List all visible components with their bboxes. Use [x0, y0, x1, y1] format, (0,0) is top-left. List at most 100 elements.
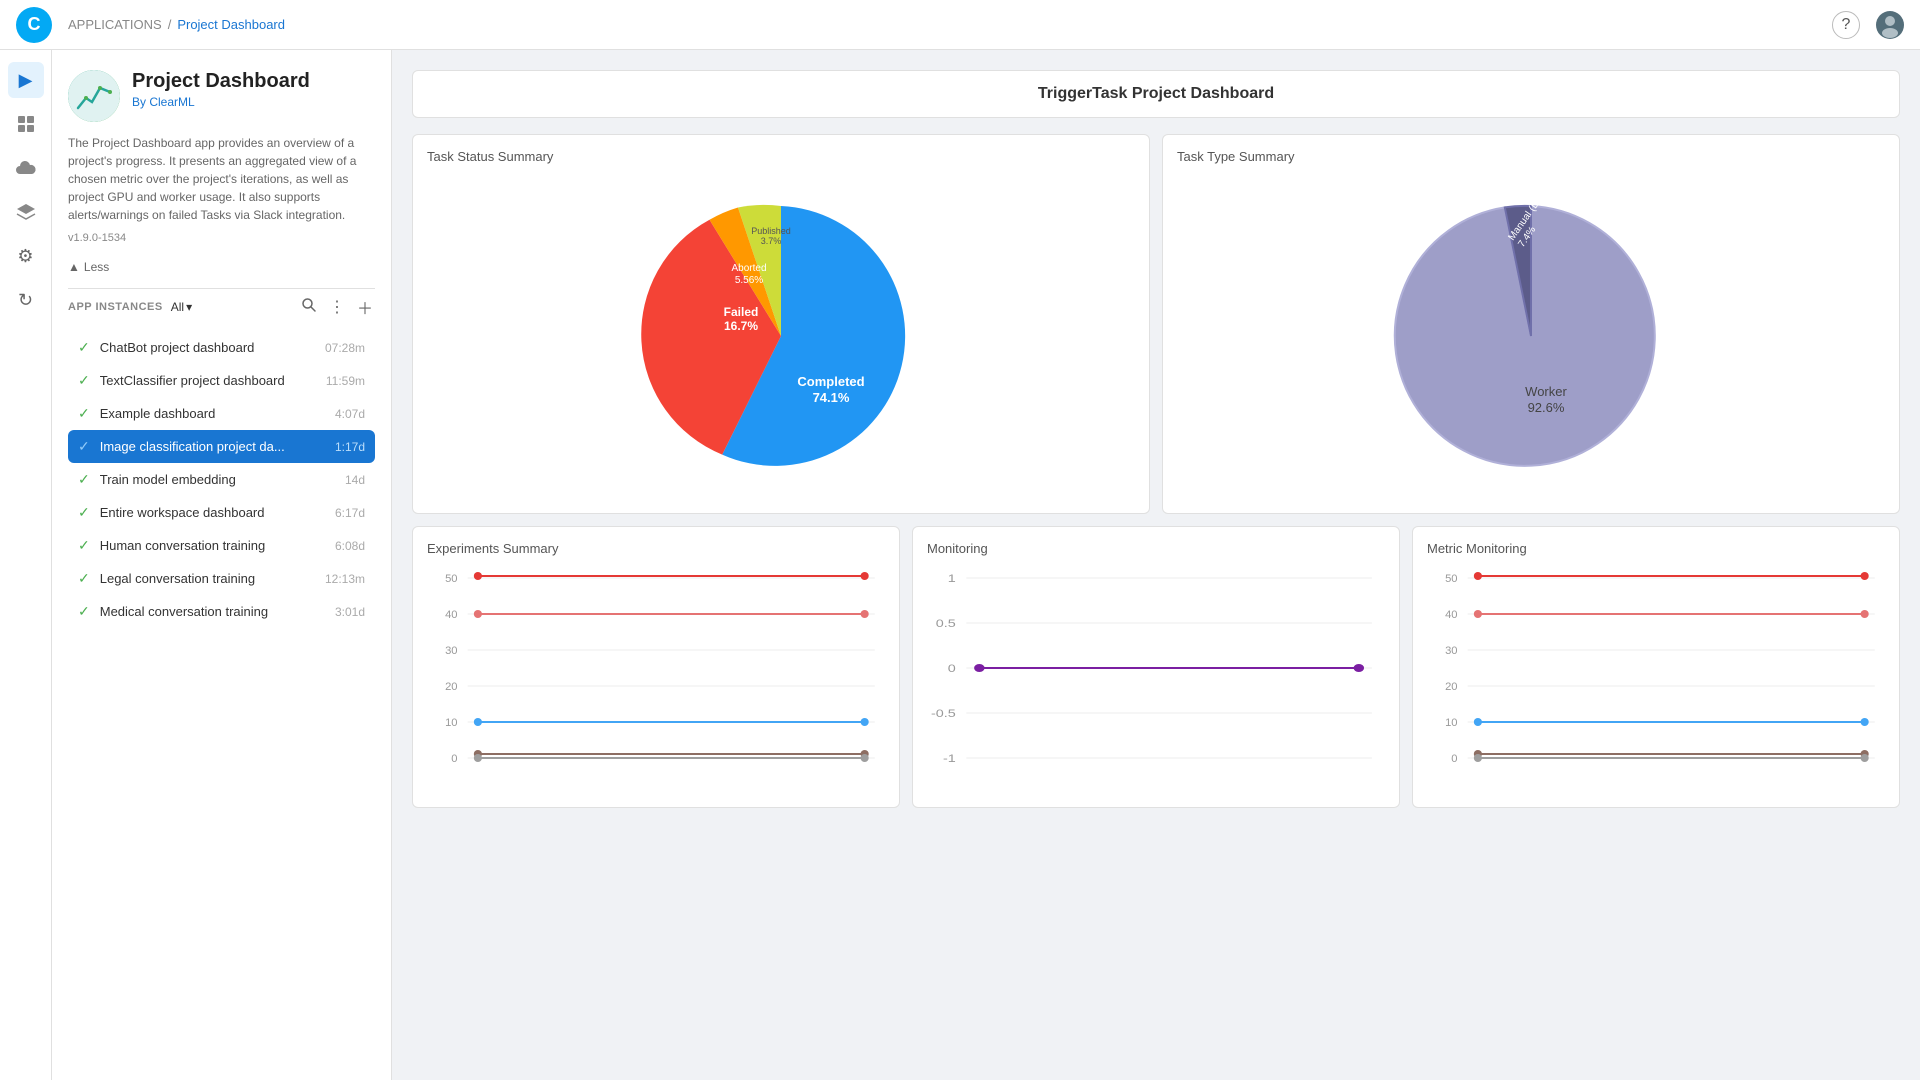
instance-time: 6:17d [335, 506, 365, 520]
sidebar-grid-icon[interactable] [8, 106, 44, 142]
monitoring-title: Monitoring [927, 541, 1385, 556]
svg-text:5.56%: 5.56% [735, 275, 763, 286]
app-title: Project Dashboard [132, 70, 310, 93]
sidebar-refresh-icon[interactable]: ↻ [8, 282, 44, 318]
help-icon[interactable]: ? [1832, 11, 1860, 39]
instance-check-icon: ✓ [78, 372, 90, 389]
svg-text:20: 20 [1445, 681, 1457, 693]
instance-item[interactable]: ✓ TextClassifier project dashboard 11:59… [68, 364, 375, 397]
instance-name: TextClassifier project dashboard [100, 373, 316, 388]
instance-name: ChatBot project dashboard [100, 340, 315, 355]
instances-label: APP INSTANCES [68, 301, 163, 313]
instances-actions: ⋮ ＋ [299, 293, 375, 321]
sidebar-settings-icon[interactable]: ⚙ [8, 238, 44, 274]
instance-time: 14d [345, 473, 365, 487]
svg-text:3.7%: 3.7% [761, 236, 782, 246]
instance-item[interactable]: ✓ Image classification project da... 1:1… [68, 430, 375, 463]
app-info: Project Dashboard By ClearML [132, 70, 310, 109]
top-nav-actions: ? [1832, 11, 1904, 39]
breadcrumb-parent[interactable]: APPLICATIONS [68, 17, 162, 32]
user-avatar[interactable] [1876, 11, 1904, 39]
instance-item[interactable]: ✓ Human conversation training 6:08d [68, 529, 375, 562]
instance-check-icon: ✓ [78, 570, 90, 587]
svg-text:Worker: Worker [1525, 384, 1567, 399]
instance-time: 11:59m [326, 374, 365, 388]
task-type-card: Task Type Summary Worker 92.6% Manual (D… [1162, 134, 1900, 514]
instance-check-icon: ✓ [78, 471, 90, 488]
svg-text:30: 30 [445, 645, 457, 657]
svg-text:16.7%: 16.7% [724, 319, 758, 333]
svg-text:Failed: Failed [724, 305, 759, 319]
svg-text:1: 1 [948, 572, 956, 585]
charts-row-2: Experiments Summary 50 40 30 20 10 0 [412, 526, 1900, 808]
instance-check-icon: ✓ [78, 603, 90, 620]
monitoring-card: Monitoring 1 0.5 0 -0.5 -1 [912, 526, 1400, 808]
instance-time: 4:07d [335, 407, 365, 421]
instance-name: Medical conversation training [100, 604, 325, 619]
instance-check-icon: ✓ [78, 438, 90, 455]
instance-item[interactable]: ✓ Medical conversation training 3:01d [68, 595, 375, 628]
svg-text:50: 50 [445, 573, 457, 585]
task-type-title: Task Type Summary [1177, 149, 1885, 164]
app-header: Project Dashboard By ClearML [68, 70, 375, 122]
more-options-button[interactable]: ⋮ [327, 295, 347, 319]
instance-time: 1:17d [335, 440, 365, 454]
instances-header: APP INSTANCES All ▾ ⋮ ＋ [68, 293, 375, 321]
experiments-title: Experiments Summary [427, 541, 885, 556]
instance-check-icon: ✓ [78, 405, 90, 422]
divider [68, 288, 375, 289]
svg-text:10: 10 [1445, 717, 1457, 729]
instance-check-icon: ✓ [78, 504, 90, 521]
svg-text:0: 0 [1451, 753, 1457, 765]
task-status-card: Task Status Summary [412, 134, 1150, 514]
search-button[interactable] [299, 295, 319, 320]
charts-row-1: Task Status Summary [412, 134, 1900, 514]
add-instance-button[interactable]: ＋ [355, 293, 375, 321]
instance-check-icon: ✓ [78, 537, 90, 554]
left-sidebar: ▶ ⚙ ↻ [0, 50, 52, 1080]
instance-item[interactable]: ✓ Legal conversation training 12:13m [68, 562, 375, 595]
app-version: v1.9.0-1534 [68, 232, 375, 244]
experiments-summary-card: Experiments Summary 50 40 30 20 10 0 [412, 526, 900, 808]
instance-item[interactable]: ✓ Train model embedding 14d [68, 463, 375, 496]
app-icon [68, 70, 120, 122]
svg-text:0: 0 [451, 753, 457, 765]
instance-item[interactable]: ✓ Example dashboard 4:07d [68, 397, 375, 430]
main-content: TriggerTask Project Dashboard Task Statu… [392, 50, 1920, 1080]
svg-text:0: 0 [948, 662, 956, 675]
instance-time: 07:28m [325, 341, 365, 355]
sidebar-play-icon[interactable]: ▶ [8, 62, 44, 98]
instances-list: ✓ ChatBot project dashboard 07:28m ✓ Tex… [68, 331, 375, 628]
svg-text:40: 40 [1445, 609, 1457, 621]
experiments-chart: 50 40 30 20 10 0 [427, 568, 885, 788]
breadcrumb-separator: / [168, 17, 172, 32]
instance-name: Legal conversation training [100, 571, 315, 586]
instance-name: Train model embedding [100, 472, 335, 487]
instances-filter-button[interactable]: All ▾ [171, 300, 192, 314]
breadcrumb-current: Project Dashboard [177, 17, 285, 32]
metric-monitoring-card: Metric Monitoring 50 40 30 20 10 0 [1412, 526, 1900, 808]
instance-item[interactable]: ✓ ChatBot project dashboard 07:28m [68, 331, 375, 364]
instance-item[interactable]: ✓ Entire workspace dashboard 6:17d [68, 496, 375, 529]
dashboard-title: TriggerTask Project Dashboard [412, 70, 1900, 118]
svg-text:Published: Published [751, 226, 791, 236]
sidebar-layers-icon[interactable] [8, 194, 44, 230]
svg-text:10: 10 [445, 717, 457, 729]
instance-check-icon: ✓ [78, 339, 90, 356]
instance-name: Human conversation training [100, 538, 325, 553]
task-status-pie: Completed 74.1% Failed 16.7% Aborted 5.5… [427, 176, 1135, 496]
svg-text:74.1%: 74.1% [813, 390, 850, 405]
left-panel: Project Dashboard By ClearML The Project… [52, 50, 392, 1080]
metric-monitoring-title: Metric Monitoring [1427, 541, 1885, 556]
svg-text:40: 40 [445, 609, 457, 621]
app-logo[interactable]: C [16, 7, 52, 43]
svg-text:0.5: 0.5 [936, 617, 956, 630]
sidebar-cloud-icon[interactable] [8, 150, 44, 186]
svg-text:-0.5: -0.5 [931, 707, 956, 720]
svg-text:Aborted: Aborted [731, 263, 766, 274]
app-description: The Project Dashboard app provides an ov… [68, 134, 375, 224]
breadcrumb: APPLICATIONS / Project Dashboard [68, 17, 285, 32]
less-toggle[interactable]: ▲ Less [68, 260, 375, 274]
svg-text:20: 20 [445, 681, 457, 693]
instance-time: 6:08d [335, 539, 365, 553]
